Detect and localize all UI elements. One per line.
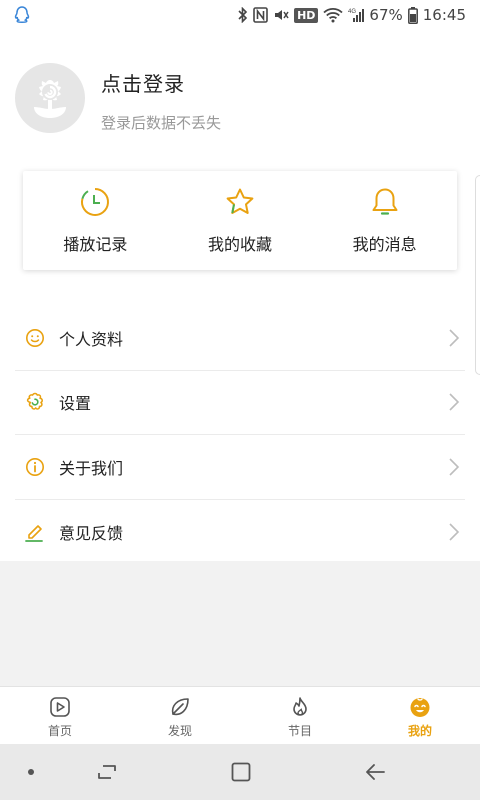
default-avatar-icon[interactable]	[15, 63, 85, 133]
play-history-button[interactable]: 播放记录	[23, 171, 168, 270]
favorites-label: 我的收藏	[208, 235, 273, 254]
menu-item-label: 个人资料	[59, 329, 124, 349]
login-subtitle: 登录后数据不丢失	[101, 114, 222, 132]
pencil-icon	[24, 521, 46, 543]
scroll-indicator	[475, 175, 480, 375]
menu-item-profile[interactable]: 个人资料	[15, 306, 465, 371]
baby-face-icon	[408, 695, 432, 719]
nfc-icon	[253, 7, 268, 23]
tab-discover[interactable]: 发现	[120, 687, 240, 744]
favorites-button[interactable]: 我的收藏	[168, 171, 313, 270]
settings-flower-icon	[24, 391, 46, 413]
back-arrow-icon	[366, 764, 385, 780]
play-icon	[48, 695, 72, 719]
back-button[interactable]	[362, 760, 388, 784]
tab-label: 发现	[167, 724, 192, 738]
star-icon	[223, 185, 257, 219]
smiley-icon	[24, 327, 46, 349]
battery-icon	[407, 6, 418, 24]
messages-label: 我的消息	[352, 235, 417, 254]
tab-label: 节目	[287, 724, 312, 738]
chevron-right-icon	[449, 393, 460, 411]
signal-icon: 4G	[348, 7, 365, 23]
tab-mine[interactable]: 我的	[360, 687, 480, 744]
menu-item-settings[interactable]: 设置	[15, 371, 465, 435]
chevron-right-icon	[449, 523, 460, 541]
play-history-label: 播放记录	[63, 235, 128, 254]
chevron-right-icon	[449, 329, 460, 347]
tab-programs[interactable]: 节目	[240, 687, 360, 744]
info-icon	[24, 456, 46, 478]
system-nav-bar	[0, 744, 480, 800]
tab-home[interactable]: 首页	[0, 687, 120, 744]
login-title[interactable]: 点击登录	[101, 68, 185, 97]
status-bar: HD 4G 67% 16:45	[0, 0, 480, 30]
clock-icon	[78, 185, 112, 219]
mute-icon	[273, 7, 289, 23]
menu-item-about[interactable]: 关于我们	[15, 435, 465, 500]
menu-item-label: 关于我们	[59, 458, 124, 478]
recent-apps-button[interactable]	[94, 760, 120, 784]
menu-item-label: 设置	[59, 394, 92, 414]
hd-icon: HD	[294, 7, 319, 23]
svg-text:4G: 4G	[348, 9, 356, 15]
tab-label: 首页	[47, 724, 72, 738]
bluetooth-icon	[238, 7, 248, 23]
tab-label: 我的	[407, 724, 432, 738]
menu-item-label: 意见反馈	[59, 523, 124, 543]
nav-dot-icon	[28, 769, 34, 775]
clock-time: 16:45	[422, 6, 466, 24]
login-header[interactable]: 点击登录 登录后数据不丢失	[0, 30, 480, 168]
bell-icon	[368, 185, 402, 219]
qq-icon	[14, 6, 30, 24]
messages-button[interactable]: 我的消息	[312, 171, 457, 270]
chevron-right-icon	[449, 458, 460, 476]
bottom-tab-bar: 首页 发现 节目 我的	[0, 686, 480, 744]
menu-item-feedback[interactable]: 意见反馈	[15, 500, 465, 565]
home-square-icon	[231, 762, 251, 782]
battery-percent: 67%	[369, 6, 403, 24]
fire-icon	[288, 695, 312, 719]
profile-page: 点击登录 登录后数据不丢失 播放记录 我的收藏 我的消息 个人资料 设置 关于我…	[0, 30, 480, 561]
settings-menu: 个人资料 设置 关于我们 意见反馈	[15, 306, 465, 564]
home-button[interactable]	[228, 760, 254, 784]
wifi-icon	[323, 7, 344, 23]
recent-apps-icon	[98, 765, 116, 779]
shortcut-card: 播放记录 我的收藏 我的消息	[23, 171, 457, 270]
leaf-icon	[168, 695, 192, 719]
